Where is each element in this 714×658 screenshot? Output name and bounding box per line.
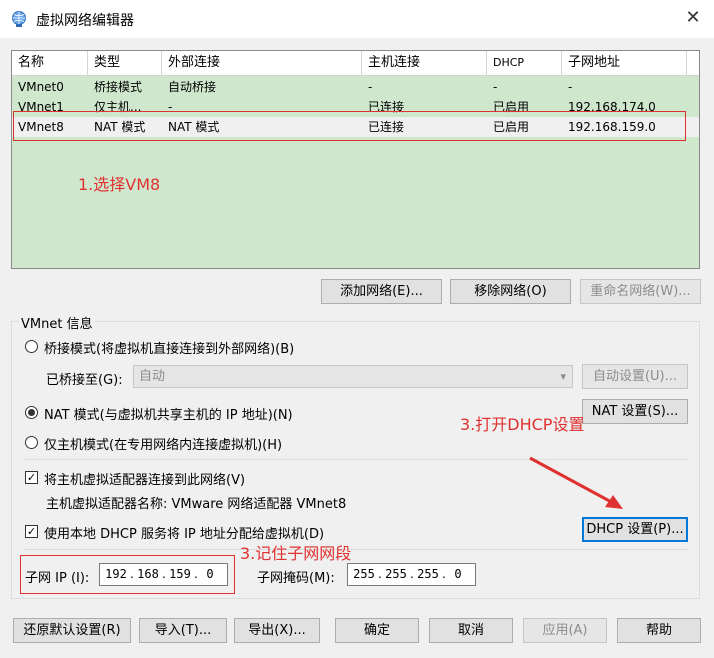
remove-network-button[interactable]: 移除网络(O) xyxy=(450,279,571,304)
dhcp-checkbox[interactable]: ✓ xyxy=(25,525,38,538)
nat-mode-radio[interactable] xyxy=(25,406,38,419)
cell-host: - xyxy=(368,80,373,94)
auto-settings-button[interactable]: 自动设置(U)... xyxy=(582,364,688,389)
col-header-type[interactable]: 类型 xyxy=(88,51,162,75)
restore-defaults-button[interactable]: 还原默认设置(R) xyxy=(13,618,131,643)
subnet-mask-input[interactable]: 255 . 255 . 255 . 0 xyxy=(347,563,476,586)
annotation-step3b: 3.记住子网网段 xyxy=(240,544,352,563)
mask-octet: 255 xyxy=(385,567,407,581)
help-button[interactable]: 帮助 xyxy=(617,618,701,643)
dhcp-settings-button[interactable]: DHCP 设置(P)... xyxy=(582,517,688,542)
export-button[interactable]: 导出(X)... xyxy=(234,618,320,643)
nat-settings-button[interactable]: NAT 设置(S)... xyxy=(582,399,688,424)
host-only-label[interactable]: 仅主机模式(在专用网络内连接虚拟机)(H) xyxy=(44,434,282,453)
mask-octet: 0 xyxy=(454,567,462,581)
connect-adapter-label[interactable]: 将主机虚拟适配器连接到此网络(V) xyxy=(44,469,245,488)
cancel-button[interactable]: 取消 xyxy=(429,618,513,643)
col-header-host[interactable]: 主机连接 xyxy=(362,51,487,75)
close-icon[interactable]: ✕ xyxy=(682,6,704,30)
adapter-name-text: 主机虚拟适配器名称: VMware 网络适配器 VMnet8 xyxy=(46,497,347,512)
ip-octet: 192 xyxy=(105,567,127,581)
window-title: 虚拟网络编辑器 xyxy=(36,13,134,29)
radio-selected-dot xyxy=(28,409,35,416)
cell-external: 自动桥接 xyxy=(168,80,217,94)
divider xyxy=(24,549,688,550)
col-header-subnet[interactable]: 子网地址 xyxy=(562,51,687,75)
bridged-to-select[interactable]: 自动 ▾ xyxy=(133,365,573,388)
bridge-mode-radio[interactable] xyxy=(25,340,38,353)
group-label: VMnet 信息 xyxy=(19,313,95,332)
annotation-step1: 1.选择VM8 xyxy=(78,175,161,194)
ip-octet: 159 xyxy=(169,567,191,581)
rename-network-button[interactable]: 重命名网络(W)... xyxy=(580,279,701,304)
subnet-ip-label: 子网 IP (I): xyxy=(25,571,90,586)
col-header-dhcp[interactable]: DHCP xyxy=(487,51,562,75)
selection-highlight-box xyxy=(13,111,686,141)
ok-button[interactable]: 确定 xyxy=(335,618,419,643)
ip-octet: 168 xyxy=(137,567,159,581)
network-table[interactable]: 名称 类型 外部连接 主机连接 DHCP 子网地址 VMnet0 桥接模式 自动… xyxy=(11,50,700,269)
add-network-button[interactable]: 添加网络(E)... xyxy=(321,279,442,304)
subnet-ip-input[interactable]: 192 . 168 . 159 . 0 xyxy=(99,563,228,586)
import-button[interactable]: 导入(T)... xyxy=(139,618,227,643)
apply-button[interactable]: 应用(A) xyxy=(523,618,607,643)
bridged-to-value: 自动 xyxy=(139,369,166,384)
bridge-mode-label[interactable]: 桥接模式(将虚拟机直接连接到外部网络)(B) xyxy=(44,338,294,357)
cell-dhcp: - xyxy=(493,80,498,94)
nat-mode-label[interactable]: NAT 模式(与虚拟机共享主机的 IP 地址)(N) xyxy=(44,404,293,423)
col-header-external[interactable]: 外部连接 xyxy=(162,51,362,75)
col-header-name[interactable]: 名称 xyxy=(12,51,88,75)
chevron-down-icon: ▾ xyxy=(560,370,566,383)
cell-name: VMnet0 xyxy=(18,80,64,94)
mask-octet: 255 xyxy=(353,567,375,581)
connect-adapter-checkbox[interactable]: ✓ xyxy=(25,471,38,484)
subnet-mask-label: 子网掩码(M): xyxy=(257,571,335,586)
annotation-step3a: 3.打开DHCP设置 xyxy=(460,415,585,434)
host-only-radio[interactable] xyxy=(25,436,38,449)
cell-subnet: - xyxy=(568,80,573,94)
mask-octet: 255 xyxy=(417,567,439,581)
annotation-arrow-icon xyxy=(529,456,623,509)
network-globe-icon xyxy=(10,10,28,28)
bridged-to-label: 已桥接至(G): xyxy=(46,373,123,388)
table-row[interactable]: VMnet0 桥接模式 自动桥接 - - - xyxy=(12,77,699,97)
ip-octet: 0 xyxy=(206,567,214,581)
table-header: 名称 类型 外部连接 主机连接 DHCP 子网地址 xyxy=(12,51,699,76)
cell-type: 桥接模式 xyxy=(94,80,143,94)
